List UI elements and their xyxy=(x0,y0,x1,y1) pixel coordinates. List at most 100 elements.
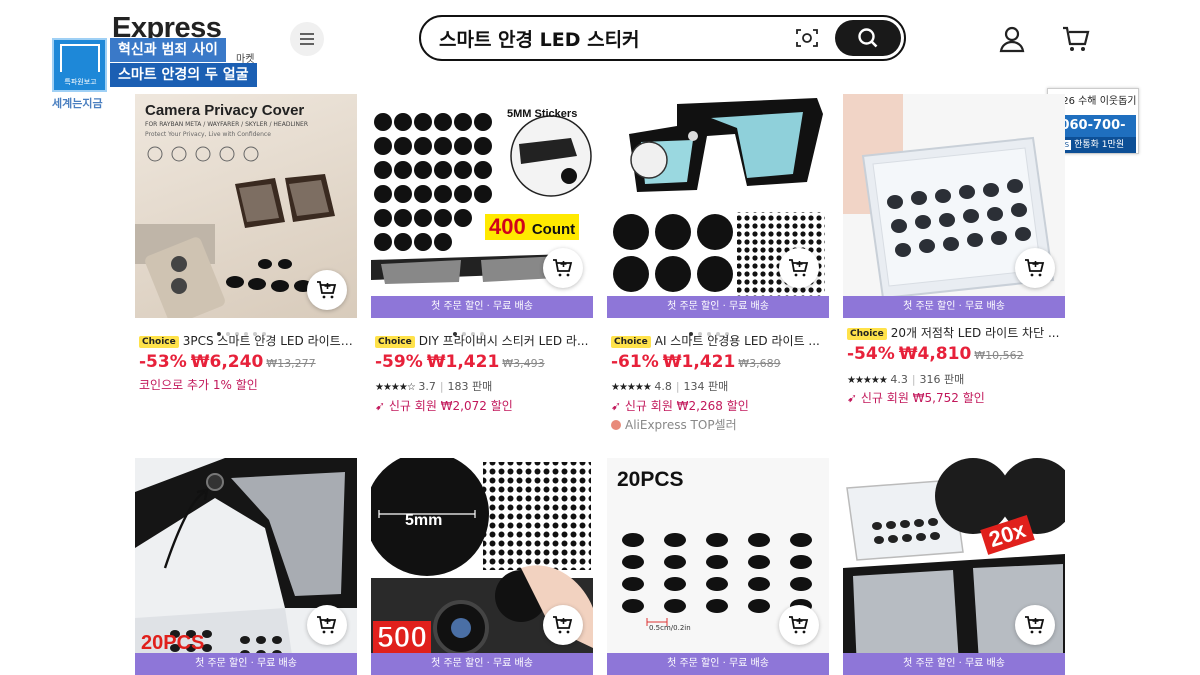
menu-button[interactable] xyxy=(290,22,324,56)
promo-text: 코인으로 추가 1% 할인 xyxy=(139,378,258,392)
product-title-text: 20개 저점착 LED 라이트 차단 ... xyxy=(890,326,1060,340)
promo-tag: 첫 주문 할인 · 무료 배송 xyxy=(607,653,829,675)
product-title-text: AI 스마트 안경용 LED 라이트 ... xyxy=(654,334,820,348)
product-card[interactable]: 첫 주문 할인 · 무료 배송 Choice AI 스마트 안경용 LED 라이트… xyxy=(607,94,829,432)
top-seller-text: AliExpress TOP셀러 xyxy=(625,418,737,432)
sold-count: 316 판매 xyxy=(919,373,965,386)
product-image[interactable]: 5mm 500 첫 주문 할인 · 무료 배송 xyxy=(371,458,593,675)
add-to-cart-button[interactable] xyxy=(543,248,583,288)
rating-sales: ★★★★★ 4.8 | 134 판매 xyxy=(611,380,729,393)
add-to-cart-button[interactable] xyxy=(307,605,347,645)
cart-button[interactable] xyxy=(1060,23,1092,55)
rating-stars: ★★★★★ xyxy=(611,382,652,393)
image-search-button[interactable] xyxy=(793,25,821,51)
product-image[interactable]: 첫 주문 할인 · 무료 배송 xyxy=(843,94,1065,318)
product-card[interactable]: 20x 첫 주문 할인 · 무료 배송 xyxy=(843,458,1065,675)
price-line: -54% ₩4,810 ₩10,562 xyxy=(847,344,1024,364)
add-to-cart-button[interactable] xyxy=(779,248,819,288)
product-title-text: 3PCS 스마트 안경 LED 라이트 ... xyxy=(182,334,355,348)
product-image[interactable]: 20PCS 0.5cm/0.2in 첫 주문 할인 · 무료 배송 xyxy=(607,458,829,675)
promo-text-value: 신규 회원 ₩2,268 할인 xyxy=(624,399,749,413)
product-image[interactable]: 20x 첫 주문 할인 · 무료 배송 xyxy=(843,458,1065,675)
product-title[interactable]: Choice 3PCS 스마트 안경 LED 라이트 ... xyxy=(139,332,355,349)
image-count-unit: Count xyxy=(531,221,576,238)
add-to-cart-icon xyxy=(1025,616,1045,634)
donation-cost-text: 한통화 1만원 xyxy=(1074,140,1125,150)
add-to-cart-button[interactable] xyxy=(543,605,583,645)
product-image[interactable]: 5MM Stickers 400 Count 첫 주문 할인 · 무료 배송 xyxy=(371,94,593,318)
add-to-cart-button[interactable] xyxy=(1015,605,1055,645)
image-carousel-dots xyxy=(217,321,271,336)
add-to-cart-button[interactable] xyxy=(1015,248,1055,288)
search-input[interactable] xyxy=(439,25,789,51)
rating-value: 4.3 xyxy=(890,373,908,386)
image-size-label: 5mm xyxy=(405,512,443,529)
product-image[interactable]: Camera Privacy Cover FOR RAYBAN META / W… xyxy=(135,94,357,318)
rating-stars: ★★★★☆ xyxy=(375,382,416,393)
user-icon xyxy=(999,26,1025,53)
product-card[interactable]: 20PCS 첫 주문 할인 · 무료 배송 xyxy=(135,458,357,675)
add-to-cart-icon xyxy=(1025,259,1045,277)
product-card[interactable]: 5MM Stickers 400 Count 첫 주문 할인 · 무료 배송 C… xyxy=(371,94,593,413)
price-line: -61% ₩1,421 ₩3,689 xyxy=(611,352,781,372)
product-image[interactable]: 첫 주문 할인 · 무료 배송 xyxy=(607,94,829,318)
discount-rate: -59% xyxy=(375,352,423,372)
rating-stars: ★★★★★ xyxy=(847,375,888,386)
image-count-text: 20PCS xyxy=(141,632,205,654)
product-title[interactable]: Choice 20개 저점착 LED 라이트 차단 ... xyxy=(847,324,1063,341)
price-line: -59% ₩1,421 ₩3,493 xyxy=(375,352,545,372)
add-to-cart-button[interactable] xyxy=(779,605,819,645)
product-image[interactable]: 20PCS 첫 주문 할인 · 무료 배송 xyxy=(135,458,357,675)
choice-badge: Choice xyxy=(139,336,179,348)
image-tagline: Protect Your Privacy, Live with Confiden… xyxy=(145,131,271,138)
rating-value: 3.7 xyxy=(418,380,436,393)
promo-tag: 첫 주문 할인 · 무료 배송 xyxy=(135,653,357,675)
product-title[interactable]: Choice DIY 프라이버시 스티커 LED 라... xyxy=(375,332,591,349)
image-count-badge: 400 Count xyxy=(485,214,580,240)
caption-line-1: 혁신과 범죄 사이 xyxy=(110,38,226,62)
promo-text-value: 신규 회원 ₩2,072 할인 xyxy=(388,399,513,413)
sale-price: ₩4,810 xyxy=(898,344,972,364)
promo-text: ➹ 신규 회원 ₩2,072 할인 xyxy=(375,397,513,414)
sale-price: ₩1,421 xyxy=(662,352,736,372)
choice-badge: Choice xyxy=(847,328,887,340)
product-card[interactable]: Camera Privacy Cover FOR RAYBAN META / W… xyxy=(135,94,357,392)
product-card[interactable]: 첫 주문 할인 · 무료 배송 Choice 20개 저점착 LED 라이트 차단… xyxy=(843,94,1065,405)
promo-tag: 첫 주문 할인 · 무료 배송 xyxy=(371,653,593,675)
search-button[interactable] xyxy=(835,20,901,56)
add-to-cart-icon xyxy=(789,616,809,634)
promo-arrow-icon: ➹ xyxy=(611,399,622,413)
caption-line-2: 스마트 안경의 두 얼굴 xyxy=(110,63,257,87)
product-card[interactable]: 5mm 500 첫 주문 할인 · 무료 배송 xyxy=(371,458,593,675)
add-to-cart-icon xyxy=(553,616,573,634)
promo-text-value: 신규 회원 ₩5,752 할인 xyxy=(860,391,985,405)
original-price: ₩3,493 xyxy=(502,357,545,370)
add-to-cart-icon xyxy=(789,259,809,277)
product-title[interactable]: Choice AI 스마트 안경용 LED 라이트 ... xyxy=(611,332,827,349)
promo-text: ➹ 신규 회원 ₩2,268 할인 xyxy=(611,397,749,414)
broadcast-logo: 특파원보고 xyxy=(52,38,107,92)
original-price: ₩13,277 xyxy=(266,357,316,370)
discount-rate: -53% xyxy=(139,352,187,372)
sold-count: 134 판매 xyxy=(683,380,729,393)
add-to-cart-button[interactable] xyxy=(307,270,347,310)
rating-sales: ★★★★☆ 3.7 | 183 판매 xyxy=(375,380,493,393)
aliexpress-search-page: Express 마켓 특파원보고 혁신과 범죄 사이 스마트 안경의 두 얼굴 … xyxy=(0,0,1200,675)
account-button[interactable] xyxy=(996,23,1028,55)
promo-tag: 첫 주문 할인 · 무료 배송 xyxy=(607,296,829,318)
discount-rate: -61% xyxy=(611,352,659,372)
broadcast-logo-label: 특파원보고 xyxy=(64,78,97,86)
rating-value: 4.8 xyxy=(654,380,672,393)
original-price: ₩3,689 xyxy=(738,357,781,370)
image-headline: Camera Privacy Cover xyxy=(145,102,305,119)
promo-tag: 첫 주문 할인 · 무료 배송 xyxy=(371,296,593,318)
image-count-number: 400 xyxy=(489,214,526,239)
choice-badge: Choice xyxy=(611,336,651,348)
image-subline: FOR RAYBAN META / WAYFARER / SKYLER / HE… xyxy=(145,121,309,128)
camera-search-icon xyxy=(796,29,818,47)
promo-text: ➹ 신규 회원 ₩5,752 할인 xyxy=(847,389,985,406)
top-seller-icon xyxy=(611,420,621,430)
add-to-cart-icon xyxy=(317,281,337,299)
add-to-cart-icon xyxy=(317,616,337,634)
product-card[interactable]: 20PCS 0.5cm/0.2in 첫 주문 할인 · 무료 배송 xyxy=(607,458,829,675)
